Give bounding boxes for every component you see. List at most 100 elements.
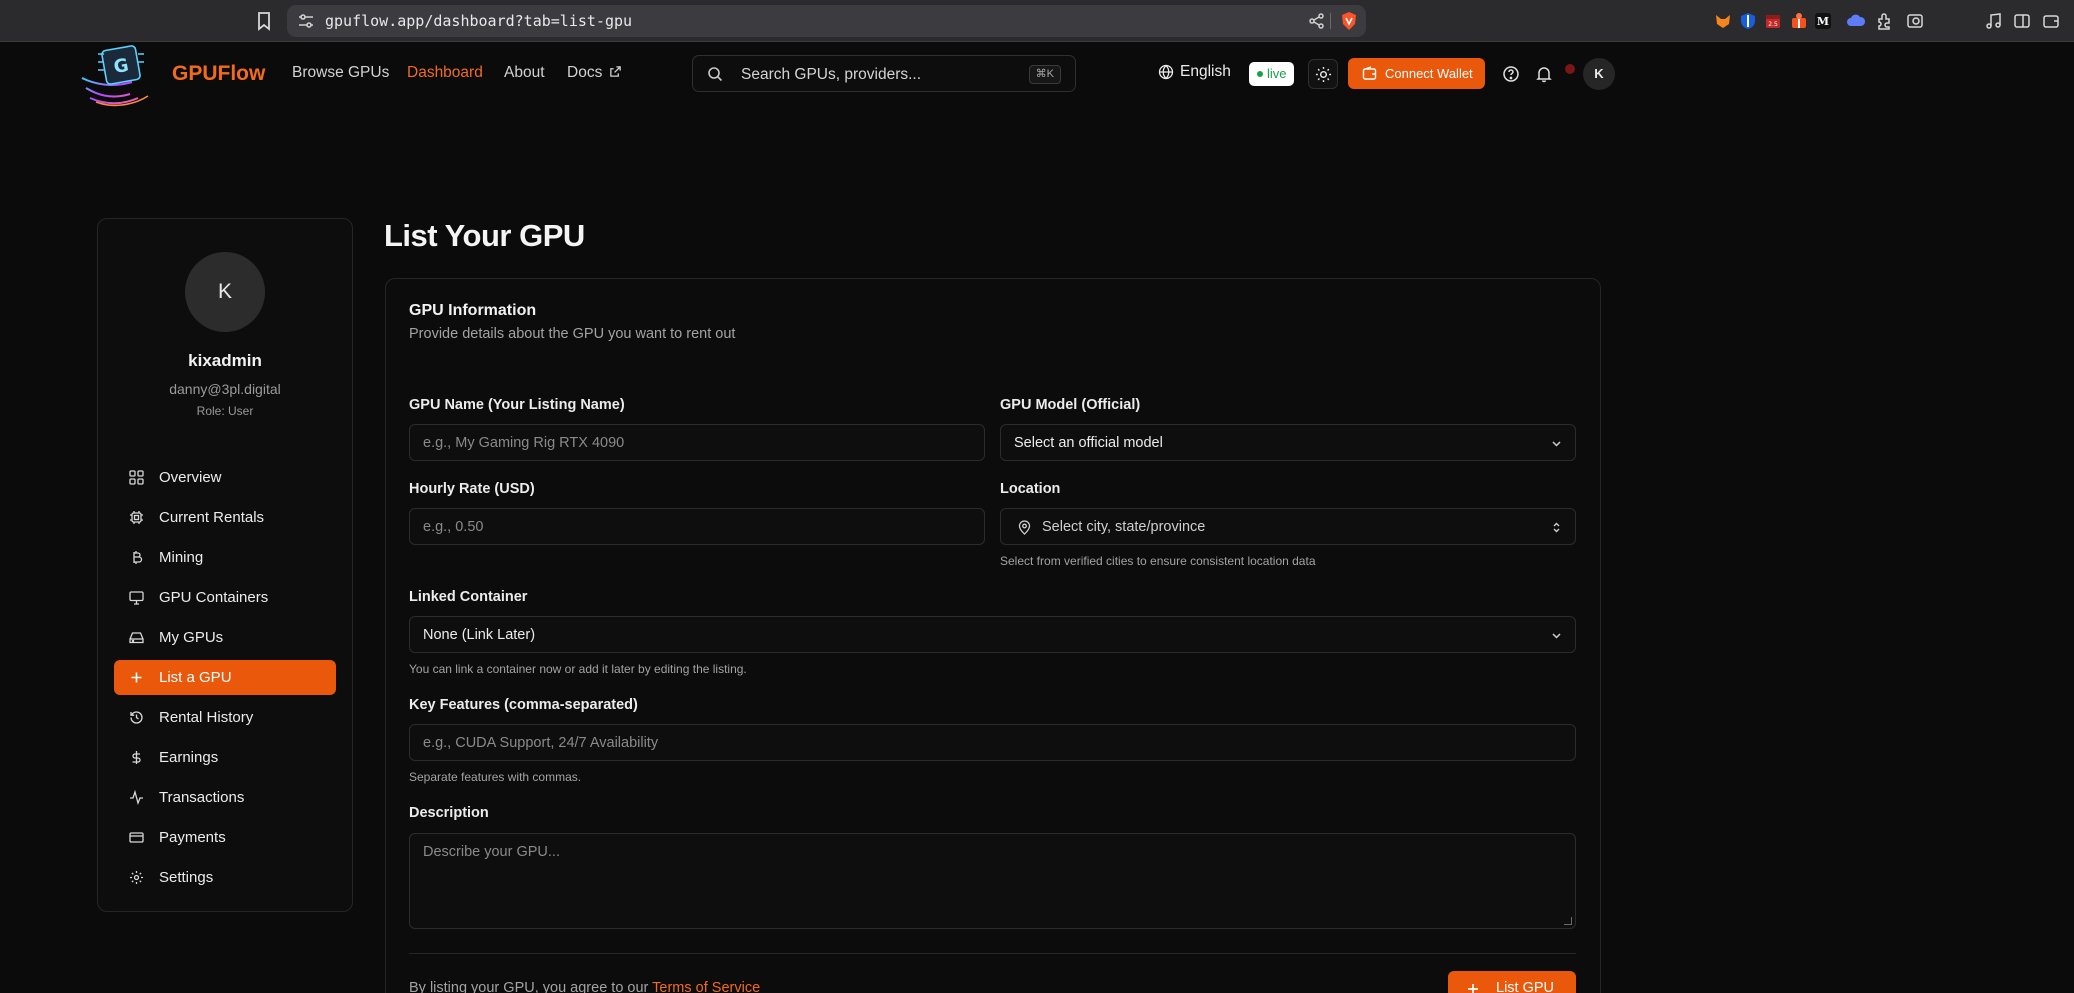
sidebar-item-earnings[interactable]: Earnings <box>114 740 336 775</box>
calendar-extension-icon[interactable]: 2.5 <box>1763 11 1783 31</box>
linked-container-value: None (Link Later) <box>423 627 536 643</box>
monitor-icon <box>129 591 144 605</box>
sidebar-item-label: My GPUs <box>159 629 224 646</box>
sidebar-item-overview[interactable]: Overview <box>114 460 336 495</box>
resize-handle[interactable] <box>1564 917 1572 925</box>
medium-extension-icon[interactable]: M <box>1813 11 1833 31</box>
sidebar-item-label: List a GPU <box>159 669 232 686</box>
svg-text:M: M <box>1817 15 1829 28</box>
terms-of-service-link[interactable]: Terms of Service <box>652 980 760 993</box>
hourly-rate-placeholder: e.g., 0.50 <box>423 519 484 535</box>
bookmark-icon[interactable] <box>254 10 274 32</box>
plus-icon <box>1468 984 1478 993</box>
status-badge: live <box>1249 62 1294 86</box>
card-subtitle: Provide details about the GPU you want t… <box>409 326 736 342</box>
avatar[interactable]: K <box>1583 58 1615 90</box>
nav-docs[interactable]: Docs <box>567 64 622 82</box>
extensions-icon[interactable] <box>1875 11 1895 31</box>
connect-wallet-label: Connect Wallet <box>1385 66 1473 81</box>
sidebar-item-rental-history[interactable]: Rental History <box>114 700 336 735</box>
divider <box>409 953 1576 954</box>
gpuflow-logo-icon[interactable]: G <box>78 40 170 112</box>
nav-dashboard[interactable]: Dashboard <box>407 64 483 82</box>
key-features-input[interactable]: e.g., CUDA Support, 24/7 Availability <box>409 724 1576 761</box>
shield-extension-icon[interactable] <box>1738 11 1758 31</box>
linked-container-hint: You can link a container now or add it l… <box>409 662 747 676</box>
connect-wallet-button[interactable]: Connect Wallet <box>1348 58 1485 89</box>
location-combobox[interactable]: Select city, state/province <box>1000 508 1576 545</box>
description-label: Description <box>409 805 489 821</box>
sidebar-item-label: Earnings <box>159 749 219 766</box>
chip-icon <box>130 511 143 524</box>
share-icon[interactable] <box>1308 12 1326 30</box>
location-value: Select city, state/province <box>1042 519 1206 535</box>
gpu-name-label: GPU Name (Your Listing Name) <box>409 397 625 413</box>
divider <box>1330 13 1331 29</box>
sidebar-item-current-rentals[interactable]: Current Rentals <box>114 500 336 535</box>
search-placeholder: Search GPUs, providers... <box>741 66 922 83</box>
chevrons-up-down-icon <box>1553 522 1560 533</box>
hard-drive-icon <box>129 632 144 644</box>
gpu-name-placeholder: e.g., My Gaming Rig RTX 4090 <box>423 435 625 451</box>
grid-icon <box>129 470 144 485</box>
media-icon[interactable] <box>1984 11 2004 31</box>
search-icon <box>708 67 723 82</box>
site-settings-icon[interactable] <box>297 12 315 30</box>
card-title: GPU Information <box>409 302 537 319</box>
cloud-extension-icon[interactable] <box>1846 11 1866 31</box>
sidebar-item-label: Current Rentals <box>159 509 265 526</box>
profile-username: kixadmin <box>188 351 262 370</box>
sidebar-item-gpu-containers[interactable]: GPU Containers <box>114 580 336 615</box>
gpu-name-input[interactable]: e.g., My Gaming Rig RTX 4090 <box>409 424 985 461</box>
hourly-rate-input[interactable]: e.g., 0.50 <box>409 508 985 545</box>
sidebar-item-payments[interactable]: Payments <box>114 820 336 855</box>
brave-shield-icon[interactable] <box>1340 11 1358 31</box>
brand-name[interactable]: GPUFlow <box>172 62 265 86</box>
search-shortcut: ⌘K <box>1028 65 1061 84</box>
address-bar[interactable]: gpuflow.app/dashboard?tab=list-gpu <box>287 5 1366 37</box>
sidebar-item-label: Overview <box>159 469 222 486</box>
history-icon <box>130 711 143 724</box>
profile-role: Role: User <box>196 404 254 418</box>
key-features-placeholder: e.g., CUDA Support, 24/7 Availability <box>423 735 659 751</box>
fox-extension-icon[interactable] <box>1713 11 1733 31</box>
hourly-rate-label: Hourly Rate (USD) <box>409 481 535 497</box>
search-input[interactable]: Search GPUs, providers... ⌘K <box>692 55 1076 92</box>
help-icon[interactable] <box>1502 65 1520 83</box>
description-textarea[interactable]: Describe your GPU... <box>409 833 1576 929</box>
language-label: English <box>1180 63 1231 80</box>
location-label: Location <box>1000 481 1061 497</box>
wallet-extension-icon[interactable] <box>2041 11 2061 31</box>
sidebar-item-transactions[interactable]: Transactions <box>114 780 336 815</box>
terms-prefix: By listing your GPU, you agree to our <box>409 980 649 993</box>
profile-avatar: K <box>185 252 265 332</box>
url-text[interactable]: gpuflow.app/dashboard?tab=list-gpu <box>325 12 632 30</box>
globe-icon <box>1158 64 1174 80</box>
gift-extension-icon[interactable] <box>1789 11 1809 31</box>
linked-container-select[interactable]: None (Link Later) <box>409 616 1576 653</box>
linked-container-label: Linked Container <box>409 589 528 605</box>
notification-bell-icon[interactable] <box>1535 65 1553 83</box>
sidebar-item-settings[interactable]: Settings <box>114 860 336 895</box>
sidebar-item-label: Rental History <box>159 709 254 726</box>
screenshot-extension-icon[interactable] <box>1905 11 1925 31</box>
sidebar-item-list-a-gpu[interactable]: List a GPU <box>114 660 336 695</box>
sidebar-item-mining[interactable]: Mining <box>114 540 336 575</box>
sidebar-item-label: Transactions <box>159 789 245 806</box>
chevron-down-icon <box>1552 441 1561 447</box>
nav-browse-gpus[interactable]: Browse GPUs <box>292 64 389 82</box>
sidebar-item-label: Mining <box>159 549 204 566</box>
theme-toggle-button[interactable] <box>1308 59 1338 89</box>
description-placeholder: Describe your GPU... <box>423 844 560 860</box>
dollar-icon <box>132 751 141 764</box>
key-features-hint: Separate features with commas. <box>409 770 582 784</box>
language-selector[interactable]: English <box>1158 63 1231 81</box>
sidebar-toggle-icon[interactable] <box>2012 11 2032 31</box>
plus-icon <box>131 672 142 683</box>
key-features-label: Key Features (comma-separated) <box>409 697 638 713</box>
list-gpu-button[interactable]: List GPU <box>1448 971 1576 993</box>
gpu-model-select[interactable]: Select an official model <box>1000 424 1576 461</box>
activity-icon <box>130 790 143 805</box>
sidebar-item-my-gpus[interactable]: My GPUs <box>114 620 336 655</box>
nav-about[interactable]: About <box>504 64 545 82</box>
